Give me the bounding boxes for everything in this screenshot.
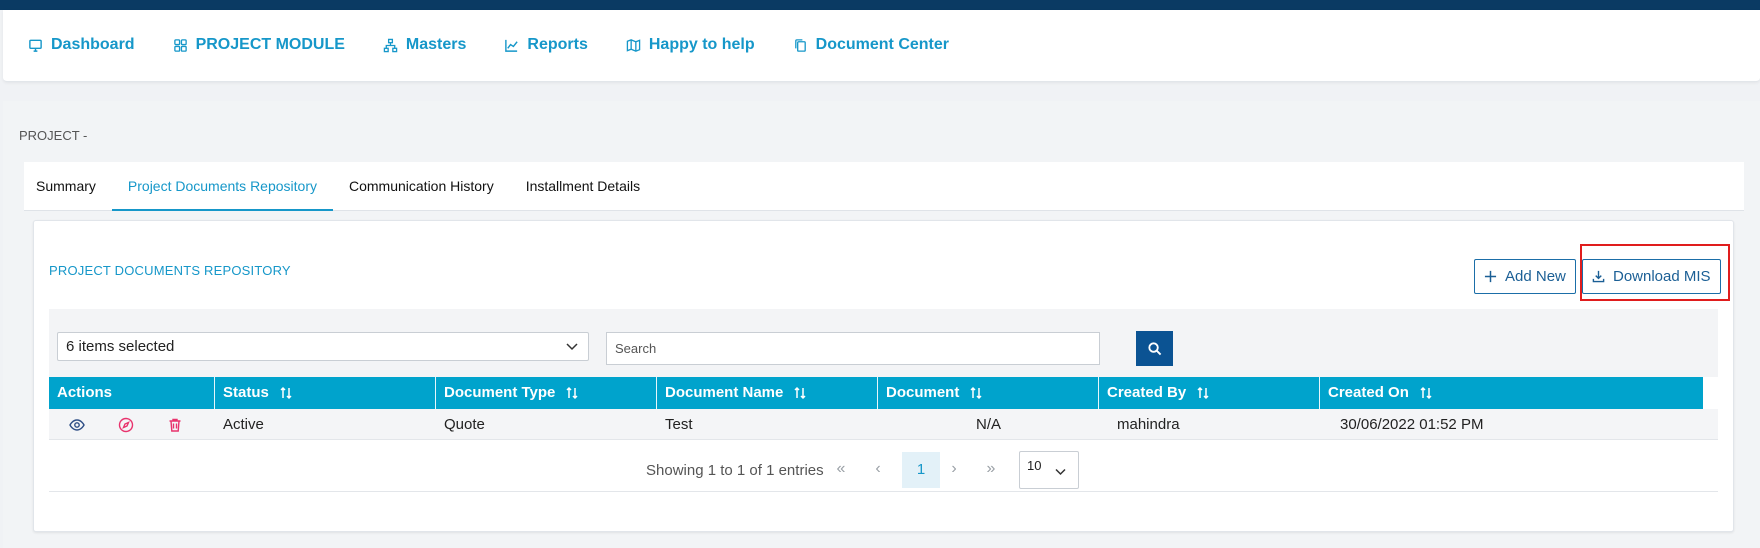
- column-multiselect[interactable]: 6 items selected: [57, 332, 589, 361]
- chevron-down-icon: [566, 343, 578, 351]
- download-icon: [1592, 270, 1605, 283]
- row-actions: [49, 409, 215, 440]
- compass-icon[interactable]: [118, 417, 134, 433]
- first-page-button[interactable]: «: [830, 458, 852, 480]
- chart-line-icon: [505, 39, 519, 52]
- tab-summary[interactable]: Summary: [24, 162, 112, 210]
- current-page-button[interactable]: 1: [902, 452, 940, 488]
- nav-project-module[interactable]: PROJECT MODULE: [173, 36, 345, 54]
- cell-document-type: Quote: [444, 416, 485, 433]
- map-icon: [626, 38, 641, 52]
- header-document-type[interactable]: Document Type: [436, 377, 657, 409]
- sort-icon: [970, 386, 982, 400]
- nav-project-module-label: PROJECT MODULE: [195, 36, 345, 53]
- table-toolbar: 6 items selected Search: [49, 309, 1718, 377]
- search-button[interactable]: [1136, 331, 1173, 366]
- cell-created-on: 30/06/2022 01:52 PM: [1340, 416, 1484, 433]
- sort-icon: [566, 386, 578, 400]
- header-document-name[interactable]: Document Name: [657, 377, 878, 409]
- copy-icon: [794, 38, 806, 52]
- header-actions: Actions: [49, 377, 215, 409]
- project-label: PROJECT -: [19, 128, 88, 143]
- search-icon: [1148, 342, 1162, 356]
- search-input[interactable]: Search: [606, 332, 1100, 365]
- top-bar: [0, 0, 1760, 10]
- plus-icon: [1484, 270, 1497, 283]
- tab-project-documents-repository[interactable]: Project Documents Repository: [111, 162, 333, 211]
- nav-document-center[interactable]: Document Center: [793, 36, 949, 54]
- grid-icon: [173, 38, 187, 52]
- nav-dashboard-label: Dashboard: [51, 36, 135, 53]
- nav-reports[interactable]: Reports: [504, 36, 588, 54]
- tab-bar: Summary Project Documents Repository Com…: [24, 162, 1744, 211]
- header-document-type-label: Document Type: [444, 384, 556, 401]
- header-document-label: Document: [886, 384, 960, 401]
- header-created-by[interactable]: Created By: [1099, 377, 1320, 409]
- header-created-on[interactable]: Created On: [1320, 377, 1541, 409]
- delete-icon[interactable]: [167, 417, 183, 433]
- view-icon[interactable]: [69, 417, 85, 433]
- header-status-label: Status: [223, 384, 269, 401]
- sort-icon: [794, 386, 806, 400]
- last-page-button[interactable]: »: [980, 458, 1002, 480]
- nav-happy-to-help[interactable]: Happy to help: [626, 36, 755, 54]
- main-navigation: Dashboard PROJECT MODULE Masters Reports…: [3, 10, 1760, 82]
- header-status[interactable]: Status: [215, 377, 436, 409]
- cell-document-name: Test: [665, 416, 693, 433]
- download-mis-button[interactable]: Download MIS: [1582, 259, 1721, 294]
- header-document-name-label: Document Name: [665, 384, 784, 401]
- sitemap-icon: [383, 38, 398, 52]
- download-mis-label: Download MIS: [1613, 268, 1711, 285]
- nav-dashboard[interactable]: Dashboard: [28, 36, 135, 54]
- add-new-label: Add New: [1505, 268, 1566, 285]
- table-row: Active Quote Test N/A mahindra 30/06/202…: [49, 409, 1718, 440]
- page-size-select[interactable]: 10: [1019, 451, 1079, 489]
- sort-icon: [1420, 386, 1432, 400]
- documents-panel: PROJECT DOCUMENTS REPOSITORY Add New Dow…: [33, 220, 1734, 532]
- cell-status: Active: [223, 416, 264, 433]
- sort-icon: [280, 386, 292, 400]
- sort-icon: [1197, 386, 1209, 400]
- page-size-value: 10: [1027, 458, 1042, 473]
- tab-communication-history[interactable]: Communication History: [333, 162, 510, 210]
- monitor-icon: [29, 39, 42, 52]
- header-document[interactable]: Document: [878, 377, 1099, 409]
- tab-installment-details[interactable]: Installment Details: [510, 162, 656, 210]
- chevron-down-icon: [1055, 468, 1066, 476]
- add-new-button[interactable]: Add New: [1474, 259, 1576, 294]
- nav-reports-label: Reports: [527, 36, 588, 53]
- panel-title: PROJECT DOCUMENTS REPOSITORY: [49, 263, 291, 278]
- table-header: Actions Status Document Type Document Na…: [49, 377, 1703, 409]
- showing-entries-text: Showing 1 to 1 of 1 entries: [646, 462, 824, 479]
- nav-masters-label: Masters: [405, 36, 467, 53]
- header-actions-label: Actions: [57, 384, 113, 401]
- prev-page-button[interactable]: ‹: [867, 458, 889, 480]
- next-page-button[interactable]: ›: [943, 458, 965, 480]
- header-created-on-label: Created On: [1328, 384, 1409, 401]
- header-created-by-label: Created By: [1107, 384, 1187, 401]
- pagination: Showing 1 to 1 of 1 entries « ‹ 1 › » 10: [49, 442, 1718, 492]
- nav-happy-to-help-label: Happy to help: [648, 36, 755, 53]
- nav-masters[interactable]: Masters: [383, 36, 466, 54]
- column-multiselect-value: 6 items selected: [66, 338, 175, 355]
- cell-document: N/A: [975, 416, 1001, 433]
- cell-created-by: mahindra: [1117, 416, 1180, 433]
- nav-document-center-label: Document Center: [815, 36, 949, 53]
